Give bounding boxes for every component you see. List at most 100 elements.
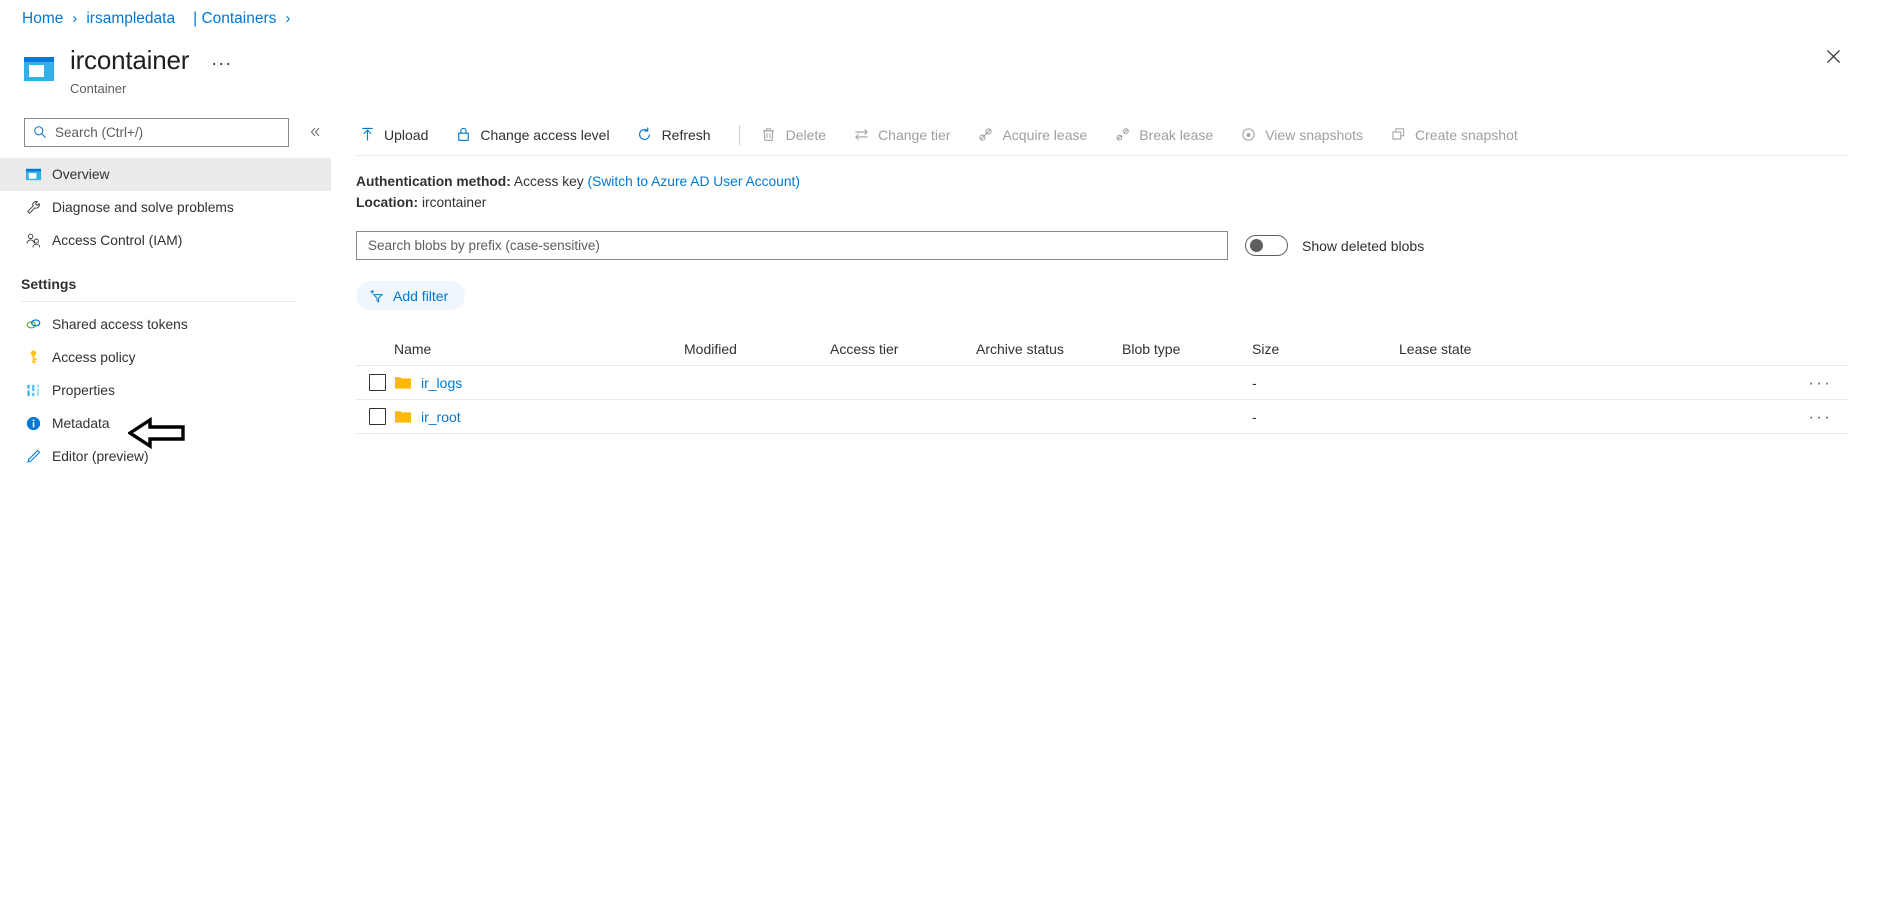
page-header: ircontainer ··· Container [22,44,232,96]
column-header-size[interactable]: Size [1252,341,1399,357]
table-body: ir_logs - ··· ir_root - ··· [356,366,1849,434]
row-checkbox[interactable] [369,408,386,425]
command-bar: Upload Change access level Refresh Delet… [356,118,1849,156]
table-row[interactable]: ir_root - ··· [356,400,1849,434]
toggle-knob [1250,239,1263,252]
link-chain-icon [24,316,42,334]
blob-name-link[interactable]: ir_logs [421,375,462,391]
search-input[interactable] [48,124,288,141]
cell-size: - [1252,408,1257,425]
auth-info: Authentication method: Access key (Switc… [356,171,1849,213]
change-tier-button: Change tier [850,126,960,144]
column-header-name[interactable]: Name [394,341,684,357]
command-label: Change tier [878,126,951,143]
command-label: Refresh [661,126,711,143]
add-filter-funnel-icon [368,287,385,304]
row-more-menu-button[interactable]: ··· [1808,374,1832,391]
sliders-icon [24,382,42,400]
column-header-archive-status[interactable]: Archive status [976,341,1122,357]
main-content: Upload Change access level Refresh Delet… [356,118,1849,434]
people-icon [24,232,42,250]
row-checkbox[interactable] [369,374,386,391]
blob-search-input[interactable] [366,237,1218,254]
change-access-level-button[interactable]: Change access level [452,126,619,144]
breadcrumb-home[interactable]: Home [22,9,63,29]
column-header-blob-type[interactable]: Blob type [1122,341,1252,357]
sidebar-item-diagnose-and-solve-problems[interactable]: Diagnose and solve problems [0,191,331,224]
table-row[interactable]: ir_logs - ··· [356,366,1849,400]
trash-icon [760,126,778,144]
collapse-sidebar-button[interactable] [302,118,328,146]
sidebar-item-label: Access policy [52,350,136,365]
command-label: Delete [785,126,827,143]
sidebar-item-overview[interactable]: Overview [0,158,331,191]
command-label: View snapshots [1265,126,1364,143]
breadcrumb: Home › irsampledata | Containers › [22,9,299,29]
snapshot-eye-icon [1239,126,1257,144]
copy-windows-icon [1389,126,1407,144]
lock-icon [454,126,472,144]
column-header-lease-state[interactable]: Lease state [1399,341,1649,357]
add-filter-row: Add filter [356,281,1849,310]
pencil-icon [24,448,42,466]
sidebar-item-access-policy[interactable]: Access policy [0,341,331,374]
blob-name-link[interactable]: ir_root [421,409,461,425]
sidebar-item-access-control-iam[interactable]: Access Control (IAM) [0,224,331,257]
left-arrow-annotation [126,414,186,452]
row-more-menu-button[interactable]: ··· [1808,408,1832,425]
sidebar-item-label: Access Control (IAM) [52,233,183,248]
blob-filter-row: Show deleted blobs [356,231,1849,260]
show-deleted-blobs-label: Show deleted blobs [1302,237,1425,254]
breadcrumb-separator-2: › [285,10,291,27]
view-snapshots-button: View snapshots [1237,126,1373,144]
sidebar-item-label: Diagnose and solve problems [52,200,234,215]
location-label: Location: [356,195,419,210]
add-filter-button[interactable]: Add filter [356,281,466,310]
refresh-icon [636,126,654,144]
page-subtitle: Container [70,81,127,96]
sidebar-item-properties[interactable]: Properties [0,374,331,407]
sidebar-item-label: Overview [52,167,110,182]
blob-search-box[interactable] [356,231,1228,260]
command-label: Upload [384,126,429,143]
auth-method-line: Authentication method: Access key (Switc… [356,171,1849,192]
column-header-modified[interactable]: Modified [684,341,830,357]
auth-method-label: Authentication method: [356,174,511,189]
cell-name: ir_logs [394,375,684,391]
location-line: Location: ircontainer [356,192,1849,213]
refresh-button[interactable]: Refresh [634,126,721,144]
switch-to-azure-ad-link[interactable]: (Switch to Azure AD User Account) [588,174,800,189]
sidebar-section-divider [21,301,296,302]
container-icon [22,52,56,86]
page-title-block: ircontainer ··· Container [70,44,232,96]
sidebar-nav-primary: Overview Diagnose and solve problems Acc… [0,158,331,257]
search-icon [33,125,48,140]
column-header-access-tier[interactable]: Access tier [830,341,976,357]
close-button[interactable] [1817,40,1849,72]
break-lease-button: Break lease [1111,126,1223,144]
plug-icon [976,126,994,144]
command-label: Break lease [1139,126,1214,143]
key-icon [24,349,42,367]
folder-icon [394,409,412,425]
sidebar-search-box[interactable] [24,118,289,147]
create-snapshot-button: Create snapshot [1387,126,1528,144]
command-label: Change access level [480,126,610,143]
sidebar-item-shared-access-tokens[interactable]: Shared access tokens [0,308,331,341]
row-checkbox-cell [356,408,394,425]
cell-size: - [1252,374,1257,391]
folder-icon [394,375,412,391]
show-deleted-blobs-toggle[interactable] [1245,235,1288,256]
sidebar-item-label: Shared access tokens [52,317,188,332]
row-actions-cell: ··· [1649,374,1849,391]
breadcrumb-separator-1: › [72,10,78,27]
swap-arrows-icon [852,126,870,144]
page-more-menu[interactable]: ··· [211,47,232,79]
command-label: Acquire lease [1002,126,1088,143]
breadcrumb-account[interactable]: irsampledata [86,9,175,29]
cell-name: ir_root [394,409,684,425]
info-icon [24,415,42,433]
blob-table: Name Modified Access tier Archive status… [356,333,1849,434]
breadcrumb-section[interactable]: | Containers [193,9,276,29]
upload-button[interactable]: Upload [356,126,438,144]
